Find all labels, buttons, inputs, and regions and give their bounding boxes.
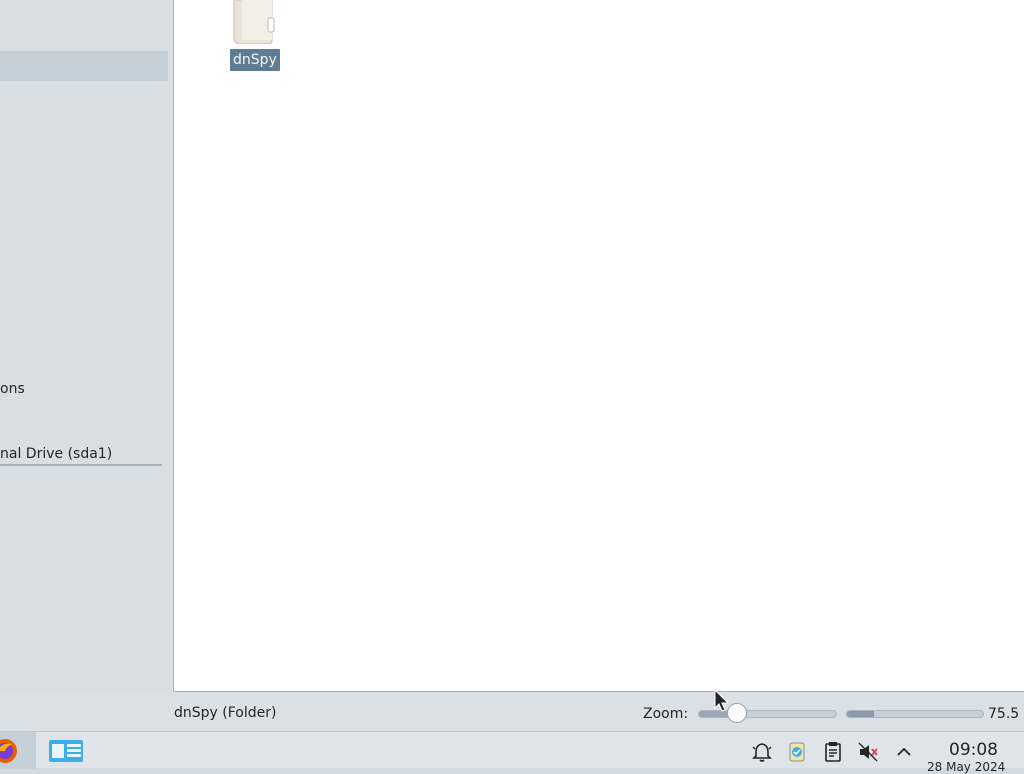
file-manager-icon	[49, 740, 83, 762]
notifications-icon[interactable]	[751, 741, 773, 763]
mouse-cursor-icon	[714, 688, 730, 713]
clock-date[interactable]: 28 May 2024	[927, 760, 1005, 774]
file-item[interactable]: dnSpy	[228, 0, 280, 72]
expand-tray-icon[interactable]	[893, 741, 915, 763]
updates-icon[interactable]	[786, 741, 808, 763]
folder-icon	[233, 0, 275, 44]
taskbar-file-manager[interactable]	[46, 732, 83, 769]
clipboard-icon[interactable]	[822, 741, 844, 763]
zoom-value: 75.5	[988, 706, 1020, 722]
places-sidebar: ons nal Drive (sda1)	[0, 0, 170, 692]
sidebar-item-applications[interactable]: ons	[0, 374, 168, 404]
free-space-bar	[846, 710, 984, 718]
status-bar: dnSpy (Folder) Zoom: 75.5	[0, 693, 1024, 731]
folder-view[interactable]: dnSpy	[173, 0, 1024, 692]
sidebar-item-label: ons	[0, 381, 25, 397]
file-manager-window: ons nal Drive (sda1) dnSpy dnSpy (Folder…	[0, 0, 1024, 731]
firefox-icon	[0, 739, 17, 763]
volume-muted-icon[interactable]	[857, 741, 879, 763]
taskbar: 09:08 28 May 2024	[0, 731, 1024, 774]
clock-time[interactable]: 09:08	[949, 740, 998, 760]
status-text: dnSpy (Folder)	[174, 705, 277, 721]
sidebar-separator	[0, 464, 162, 466]
file-name: dnSpy	[230, 49, 280, 71]
taskbar-firefox[interactable]	[0, 732, 36, 769]
sidebar-item-selected[interactable]	[0, 51, 168, 81]
free-space-fill	[847, 711, 875, 717]
zoom-label: Zoom:	[643, 706, 689, 722]
